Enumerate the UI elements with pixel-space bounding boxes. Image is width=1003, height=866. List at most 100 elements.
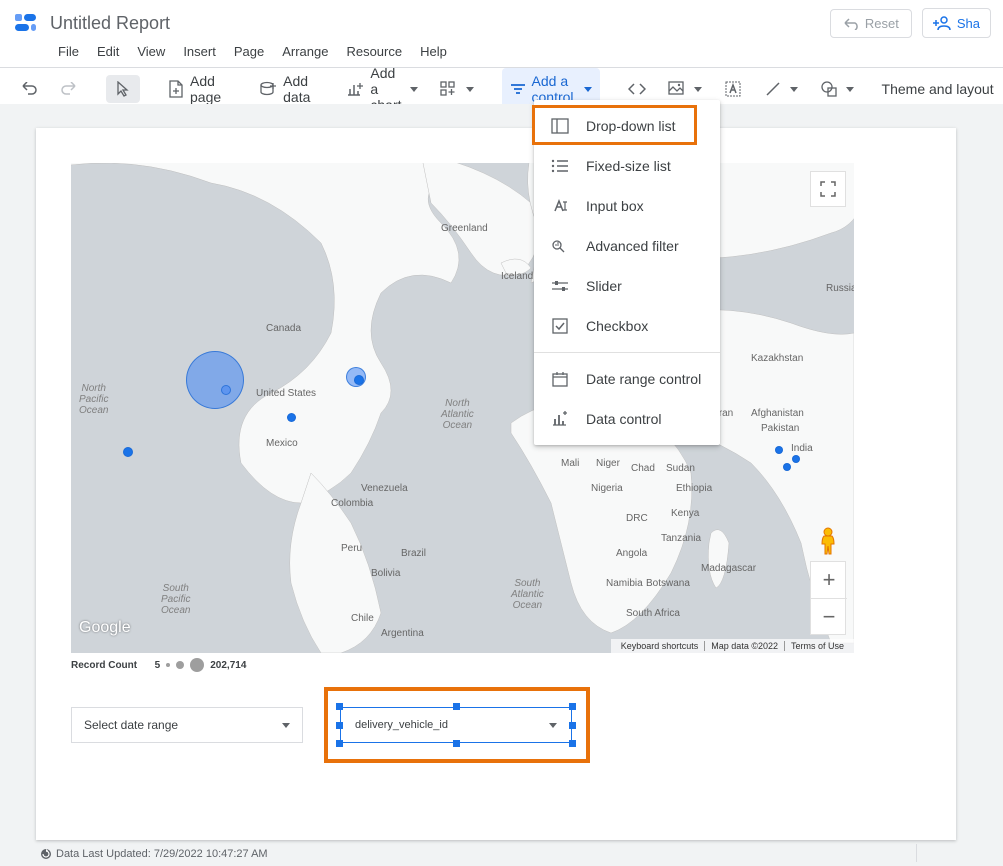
- menu-edit[interactable]: Edit: [97, 44, 119, 59]
- community-viz-button[interactable]: [432, 75, 482, 103]
- chart-plus-icon: [346, 80, 364, 98]
- country-label: Greenland: [441, 223, 488, 234]
- checkbox-option[interactable]: Checkbox: [534, 306, 720, 346]
- selection-handle[interactable]: [336, 740, 343, 747]
- pegman-icon: [816, 526, 840, 556]
- legend-dot-med: [176, 661, 184, 669]
- undo-icon: [20, 80, 38, 98]
- chevron-down-icon: [410, 87, 418, 92]
- report-page[interactable]: NorthPacificOcean SouthPacificOcean Nort…: [36, 128, 956, 840]
- country-label: Argentina: [381, 628, 424, 639]
- chevron-down-icon: [584, 87, 592, 92]
- pegman[interactable]: [810, 523, 846, 559]
- advanced-filter-option[interactable]: Advanced filter: [534, 226, 720, 266]
- data-updated-footer: Data Last Updated: 7/29/2022 10:47:27 AM: [40, 848, 268, 860]
- map-bubble: [775, 446, 783, 454]
- fixed-size-list-option[interactable]: Fixed-size list: [534, 146, 720, 186]
- data-control-icon: [550, 409, 570, 429]
- chevron-down-icon: [282, 723, 290, 728]
- reset-button[interactable]: Reset: [830, 9, 912, 38]
- slider-icon: [550, 276, 570, 296]
- text-icon: [724, 80, 742, 98]
- date-range-option[interactable]: Date range control: [534, 359, 720, 399]
- menu-arrange[interactable]: Arrange: [282, 44, 328, 59]
- google-logo: Google: [79, 619, 131, 637]
- ocean-label: SouthAtlanticOcean: [511, 578, 544, 611]
- country-label: Mali: [561, 458, 579, 469]
- selection-handle[interactable]: [336, 722, 343, 729]
- menu-view[interactable]: View: [137, 44, 165, 59]
- image-button[interactable]: [660, 75, 710, 103]
- selection-handle[interactable]: [453, 740, 460, 747]
- person-add-icon: [933, 15, 951, 31]
- menu-help[interactable]: Help: [420, 44, 447, 59]
- country-label: Brazil: [401, 548, 426, 559]
- chevron-down-icon: [694, 87, 702, 92]
- country-label: Colombia: [331, 498, 373, 509]
- map-bubble: [792, 455, 800, 463]
- redo-button[interactable]: [52, 75, 86, 103]
- date-range-control[interactable]: Select date range: [71, 707, 303, 743]
- share-button[interactable]: Sha: [922, 8, 991, 38]
- ocean-label: NorthAtlanticOcean: [441, 398, 474, 431]
- shape-icon: [820, 80, 838, 98]
- advanced-filter-icon: [550, 236, 570, 256]
- input-box-option[interactable]: Input box: [534, 186, 720, 226]
- chevron-down-icon: [549, 723, 557, 728]
- undo-button[interactable]: [12, 75, 46, 103]
- country-label: Bolivia: [371, 568, 400, 579]
- terms-link[interactable]: Terms of Use: [785, 641, 850, 651]
- vehicle-id-control[interactable]: delivery_vehicle_id: [340, 707, 572, 743]
- list-icon: [550, 156, 570, 176]
- selection-handle[interactable]: [569, 722, 576, 729]
- embed-icon: [628, 80, 646, 98]
- undo-icon: [843, 16, 859, 30]
- footer-separator: [916, 844, 917, 862]
- selection-tool[interactable]: [106, 75, 140, 103]
- chevron-down-icon: [466, 87, 474, 92]
- country-label: South Africa: [626, 608, 680, 619]
- dropdown-list-option[interactable]: Drop-down list: [534, 106, 720, 146]
- titlebar: Untitled Report Reset Sha: [0, 0, 1003, 38]
- embed-button[interactable]: [620, 75, 654, 103]
- map-chart[interactable]: NorthPacificOcean SouthPacificOcean Nort…: [71, 163, 854, 653]
- country-label: Sudan: [666, 463, 695, 474]
- shape-button[interactable]: [812, 75, 862, 103]
- text-button[interactable]: [716, 75, 750, 103]
- refresh-icon: [40, 848, 52, 860]
- menu-page[interactable]: Page: [234, 44, 264, 59]
- country-label: Angola: [616, 548, 647, 559]
- map-bubble: [123, 447, 133, 457]
- selection-handle[interactable]: [453, 703, 460, 710]
- country-label: Madagascar: [701, 563, 756, 574]
- theme-layout-button[interactable]: Theme and layout: [882, 81, 994, 97]
- country-label: Kazakhstan: [751, 353, 803, 364]
- canvas-background[interactable]: NorthPacificOcean SouthPacificOcean Nort…: [0, 104, 1003, 866]
- menu-file[interactable]: File: [58, 44, 79, 59]
- slider-option[interactable]: Slider: [534, 266, 720, 306]
- fullscreen-button[interactable]: [810, 171, 846, 207]
- map-bubble: [287, 413, 296, 422]
- zoom-out-button[interactable]: −: [811, 598, 847, 634]
- data-control-option[interactable]: Data control: [534, 399, 720, 439]
- legend-dot-small: [166, 663, 170, 667]
- selection-handle[interactable]: [336, 703, 343, 710]
- document-title[interactable]: Untitled Report: [50, 13, 170, 34]
- country-label: Kenya: [671, 508, 699, 519]
- country-label: United States: [256, 388, 316, 399]
- keyboard-shortcuts-link[interactable]: Keyboard shortcuts: [615, 641, 706, 651]
- menu-resource[interactable]: Resource: [346, 44, 402, 59]
- country-label: Venezuela: [361, 483, 408, 494]
- line-button[interactable]: [756, 75, 806, 103]
- ocean-label: NorthPacificOcean: [79, 383, 108, 416]
- map-footer: Keyboard shortcuts Map data ©2022 Terms …: [611, 639, 854, 653]
- selection-handle[interactable]: [569, 740, 576, 747]
- data-plus-icon: [259, 80, 277, 98]
- selection-handle[interactable]: [569, 703, 576, 710]
- map-bubble: [783, 463, 791, 471]
- menu-insert[interactable]: Insert: [183, 44, 216, 59]
- country-label: Chile: [351, 613, 374, 624]
- country-label: Ethiopia: [676, 483, 712, 494]
- zoom-in-button[interactable]: +: [811, 562, 847, 598]
- app-logo[interactable]: [12, 9, 40, 37]
